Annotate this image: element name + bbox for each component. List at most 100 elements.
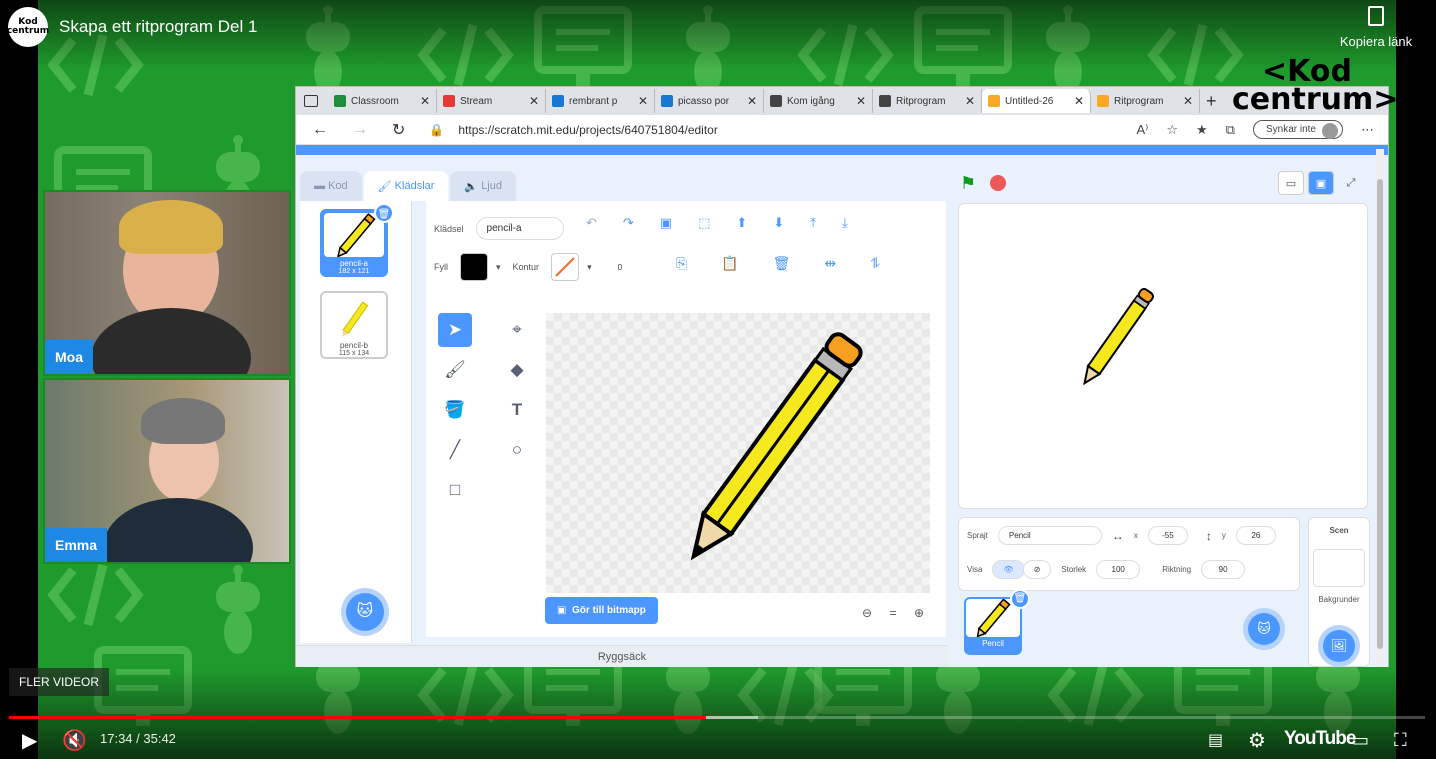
choose-sprite-button[interactable]: 🐱 (1248, 613, 1280, 645)
convert-to-bitmap-button[interactable]: ▣ Gör till bitmapp (545, 597, 658, 624)
zoom-reset-button[interactable]: = (880, 601, 906, 625)
backward-layer-icon[interactable]: ⬇ (773, 215, 784, 231)
read-aloud-icon[interactable]: A⁾ (1136, 122, 1148, 138)
mute-button[interactable]: 🔇 (62, 726, 87, 754)
select-tool-icon[interactable]: ➤ (438, 313, 472, 347)
close-tab-icon[interactable]: ✕ (747, 94, 757, 108)
close-tab-icon[interactable]: ✕ (420, 94, 430, 108)
green-flag-icon[interactable]: ⚑ (960, 173, 976, 194)
brush-tool-icon[interactable]: 🖌 (438, 353, 472, 387)
paste-icon[interactable]: 📋 (721, 255, 738, 272)
video-title[interactable]: Skapa ett ritprogram Del 1 (59, 17, 257, 37)
reshape-tool-icon[interactable]: ⌖ (500, 313, 534, 347)
stop-icon[interactable] (990, 175, 1006, 191)
browser-tab[interactable]: Classroom ✕ (328, 89, 437, 113)
group-icon[interactable]: ▣ (660, 215, 672, 231)
delete-sprite-icon[interactable]: 🗑 (1010, 589, 1030, 609)
tab-sounds[interactable]: 🔈 Ljud (450, 171, 516, 201)
browser-tab[interactable]: Ritprogram ✕ (1091, 89, 1200, 113)
browser-tab[interactable]: Ritprogram ✕ (873, 89, 982, 113)
favorites-icon[interactable]: ★ (1196, 122, 1208, 138)
new-tab-button[interactable]: + (1206, 91, 1217, 112)
outline-width-input[interactable]: 0 (607, 258, 658, 276)
close-tab-icon[interactable]: ✕ (1183, 94, 1193, 108)
text-tool-icon[interactable]: T (500, 393, 534, 427)
browser-tab[interactable]: Stream ✕ (437, 89, 546, 113)
fill-tool-icon[interactable]: 🪣 (438, 393, 472, 427)
forward-layer-icon[interactable]: ⬆ (736, 215, 747, 231)
sync-button[interactable]: Synkar inte (1252, 120, 1343, 139)
front-layer-icon[interactable]: ⤒ (810, 215, 816, 231)
size-input[interactable]: 100 (1096, 560, 1141, 579)
fullscreen-button[interactable]: ⛶ (1394, 726, 1407, 754)
undo-icon[interactable]: ↶ (586, 215, 597, 231)
browser-tab[interactable]: Kom igång ✕ (764, 89, 873, 113)
costume-item[interactable]: 1 pencil-a 182 x 121 🗑 (320, 203, 394, 277)
flip-vertical-icon[interactable]: ⥮ (870, 255, 880, 272)
copy-icon[interactable]: ⎘ (676, 255, 687, 272)
close-tab-icon[interactable]: ✕ (965, 94, 975, 108)
collections-icon[interactable]: ⧉ (1226, 122, 1235, 138)
copy-link-button[interactable]: Kopiera länk (1336, 6, 1416, 49)
fill-dropdown-icon[interactable]: ▾ (496, 262, 501, 273)
fullscreen-stage-icon[interactable]: ⤢ (1338, 171, 1364, 195)
sidebar-toggle-icon[interactable] (304, 95, 318, 107)
close-tab-icon[interactable]: ✕ (1074, 94, 1084, 108)
add-favorite-icon[interactable]: ☆ (1166, 122, 1178, 138)
outline-color-swatch[interactable] (551, 253, 580, 281)
youtube-logo[interactable]: YouTube (1284, 728, 1356, 750)
fill-color-swatch[interactable] (460, 253, 488, 281)
zoom-out-icon[interactable]: ⊖ (854, 601, 880, 625)
back-layer-icon[interactable]: ⤓ (842, 215, 848, 231)
more-videos-button[interactable]: FLER VIDEOR (9, 668, 110, 696)
browser-tab[interactable]: picasso por ✕ (655, 89, 764, 113)
direction-input[interactable]: 90 (1201, 560, 1246, 579)
backpack-bar[interactable]: Ryggsäck (296, 645, 948, 667)
outline-dropdown-icon[interactable]: ▾ (587, 262, 592, 273)
more-menu-icon[interactable]: ⋯ (1361, 122, 1374, 138)
x-input[interactable]: -55 (1147, 526, 1188, 545)
choose-costume-button[interactable]: 🐱 (346, 593, 384, 631)
stage[interactable] (958, 203, 1368, 509)
editor-scrollbar[interactable] (1376, 149, 1384, 663)
eraser-tool-icon[interactable]: ◆ (500, 353, 534, 387)
zoom-in-icon[interactable]: ⊕ (906, 601, 932, 625)
browser-tab[interactable]: rembrant p ✕ (546, 89, 655, 113)
cast-button[interactable]: ▭ (1352, 726, 1369, 754)
circle-tool-icon[interactable]: ○ (500, 433, 534, 467)
costume-item[interactable]: 2 pencil-b 115 x 134 (320, 291, 388, 359)
normal-stage-icon[interactable]: ▣ (1308, 171, 1334, 195)
flip-horizontal-icon[interactable]: ⇹ (824, 255, 836, 272)
redo-icon[interactable]: ↷ (623, 215, 634, 231)
channel-avatar[interactable]: Kod centrum (7, 7, 49, 47)
play-button[interactable]: ▶ (22, 726, 37, 754)
close-tab-icon[interactable]: ✕ (856, 94, 866, 108)
stage-panel[interactable]: Scen Bakgrunder 🖼 (1308, 517, 1370, 667)
line-tool-icon[interactable]: ╱ (438, 433, 472, 467)
y-input[interactable]: 26 (1235, 526, 1276, 545)
back-icon[interactable]: ← (312, 121, 328, 139)
paint-canvas[interactable] (546, 313, 930, 593)
small-stage-icon[interactable]: ▭ (1278, 171, 1304, 195)
show-hidden-icon[interactable]: ⊘ (1022, 560, 1052, 579)
subtitles-button[interactable]: ▤ (1208, 726, 1223, 754)
progress-bar[interactable] (9, 716, 1425, 719)
choose-backdrop-button[interactable]: 🖼 (1323, 630, 1355, 662)
close-tab-icon[interactable]: ✕ (638, 94, 648, 108)
delete-costume-icon[interactable]: 🗑 (374, 203, 394, 223)
video-player[interactable]: Kod centrum Skapa ett ritprogram Del 1 K… (0, 0, 1436, 759)
reload-icon[interactable]: ↻ (392, 120, 405, 140)
close-tab-icon[interactable]: ✕ (529, 94, 539, 108)
url-field[interactable]: https://scratch.mit.edu/projects/6407518… (458, 123, 717, 137)
forward-icon[interactable]: → (352, 121, 368, 139)
browser-tab[interactable]: Untitled-26 ✕ (982, 89, 1091, 113)
tab-costumes[interactable]: 🖌 Klädslar (363, 171, 449, 201)
costume-name-input[interactable]: pencil-a (475, 217, 564, 240)
show-visible-icon[interactable]: 👁 (992, 560, 1025, 579)
rectangle-tool-icon[interactable]: □ (438, 473, 472, 507)
delete-icon[interactable]: 🗑 (773, 255, 791, 272)
sprite-name-input[interactable]: Pencil (997, 526, 1102, 545)
settings-button[interactable]: ⚙ (1248, 726, 1266, 754)
sprite-item[interactable]: Pencil 🗑 (964, 589, 1030, 655)
ungroup-icon[interactable]: ⬚ (698, 215, 710, 231)
